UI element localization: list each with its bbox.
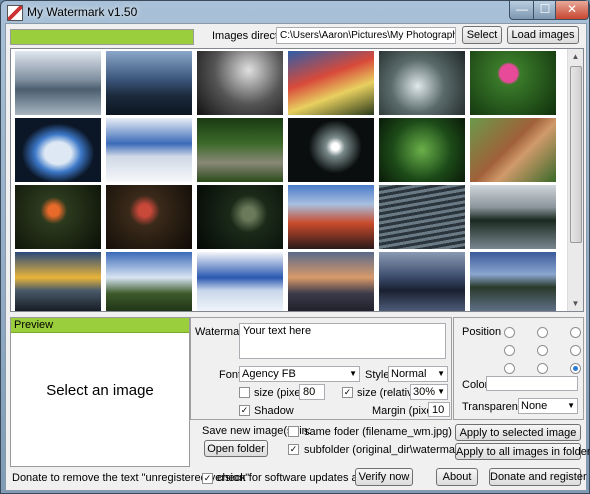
images-directory-input[interactable]: C:\Users\Aaron\Pictures\My Photography\A… (276, 27, 456, 44)
gallery-thumbnail[interactable] (470, 118, 556, 182)
gallery-thumbnail[interactable] (197, 118, 283, 182)
app-window: My Watermark v1.50 — ☐ ✕ Images director… (0, 0, 590, 494)
transparency-select[interactable]: None ▼ (518, 398, 578, 414)
gallery-thumbnail[interactable] (379, 118, 465, 182)
scroll-up-icon[interactable]: ▲ (568, 49, 583, 64)
load-progress-bar (10, 29, 194, 45)
font-select[interactable]: Agency FB ▼ (239, 366, 360, 382)
font-label: Font (219, 369, 242, 381)
gallery-thumbnail[interactable] (197, 252, 283, 311)
position-panel: Position Color Transparency None ▼ (453, 317, 584, 420)
gallery-thumbnail[interactable] (288, 185, 374, 249)
preview-header: Preview (11, 318, 189, 333)
size-relative-value: 30% (413, 386, 436, 398)
chevron-down-icon: ▼ (349, 369, 357, 378)
gallery-thumbnail[interactable] (379, 51, 465, 115)
watermark-text-input[interactable]: Your text here (239, 323, 446, 359)
subfolder-label: subfolder (original_dir\watermark) (304, 444, 468, 456)
apply-all-button[interactable]: Apply to all images in folder (455, 443, 590, 460)
apply-selected-button[interactable]: Apply to selected image (455, 424, 581, 441)
gallery-thumbnail[interactable] (106, 51, 192, 115)
gallery-thumbnail[interactable] (288, 51, 374, 115)
position-radio[interactable] (504, 345, 515, 356)
gallery-scrollbar[interactable]: ▲ ▼ (567, 49, 583, 311)
size-relative-select[interactable]: 30% ▼ (410, 384, 448, 400)
gallery-thumbnail[interactable] (470, 51, 556, 115)
open-folder-button[interactable]: Open folder (204, 440, 268, 457)
gallery-thumbnail[interactable] (106, 118, 192, 182)
load-images-button[interactable]: Load images (507, 26, 579, 44)
gallery-thumbnail[interactable] (197, 185, 283, 249)
position-radio[interactable] (504, 327, 515, 338)
donate-register-button[interactable]: Donate and register (489, 468, 587, 486)
select-image-message: Select an image (46, 382, 154, 399)
subfolder-checkbox[interactable]: ✓ (288, 444, 299, 455)
font-value: Agency FB (242, 368, 296, 380)
same-folder-label: same foder (filename_wm.jpg) (304, 426, 452, 438)
gallery-thumbnail[interactable] (288, 118, 374, 182)
size-relative-checkbox[interactable]: ✓ (342, 387, 353, 398)
position-radio[interactable] (537, 363, 548, 374)
margin-input[interactable]: 10 (428, 402, 450, 417)
watermark-settings-panel: Watermark Your text here Font Agency FB ▼… (190, 317, 452, 420)
scrollbar-thumb[interactable] (570, 66, 582, 243)
style-value: Normal (391, 368, 427, 380)
chevron-down-icon: ▼ (437, 387, 445, 396)
shadow-label: Shadow (254, 405, 294, 417)
window-title: My Watermark v1.50 (27, 5, 138, 19)
check-updates-checkbox[interactable]: ✓ (202, 473, 213, 484)
verify-now-button[interactable]: Verify now (355, 468, 413, 486)
transparency-value: None (521, 400, 548, 412)
gallery-thumbnail[interactable] (15, 118, 101, 182)
image-gallery: ▲ ▼ (10, 48, 584, 312)
gallery-thumbnail[interactable] (197, 51, 283, 115)
size-pixel-input[interactable]: 80 (299, 384, 325, 400)
progress-fill (11, 30, 193, 44)
preview-panel: Preview Select an image (10, 317, 190, 467)
gallery-thumbnail[interactable] (288, 252, 374, 311)
select-directory-button[interactable]: Select (462, 26, 502, 44)
position-radio[interactable] (537, 345, 548, 356)
color-label: Color (462, 379, 489, 391)
close-button[interactable]: ✕ (555, 1, 589, 20)
title-bar: My Watermark v1.50 — ☐ ✕ (1, 1, 590, 23)
minimize-button[interactable]: — (509, 1, 535, 20)
position-radio[interactable] (570, 327, 581, 338)
position-radio[interactable] (570, 363, 581, 374)
gallery-thumbnail[interactable] (106, 252, 192, 311)
style-select[interactable]: Normal ▼ (388, 366, 448, 382)
position-radio[interactable] (504, 363, 515, 374)
maximize-button[interactable]: ☐ (533, 1, 557, 20)
position-radio[interactable] (570, 345, 581, 356)
shadow-checkbox[interactable]: ✓ (239, 405, 250, 416)
chevron-down-icon: ▼ (567, 401, 575, 410)
scroll-down-icon[interactable]: ▼ (568, 296, 583, 311)
gallery-thumbnail[interactable] (15, 185, 101, 249)
gallery-thumbnail[interactable] (379, 185, 465, 249)
gallery-thumbnail[interactable] (470, 185, 556, 249)
main-panel: Images directory C:\Users\Aaron\Pictures… (5, 23, 590, 491)
style-label: Style (365, 369, 390, 381)
gallery-thumbnail[interactable] (15, 51, 101, 115)
chevron-down-icon: ▼ (437, 369, 445, 378)
gallery-thumbnail[interactable] (106, 185, 192, 249)
app-icon (7, 5, 23, 21)
gallery-thumbnail[interactable] (470, 252, 556, 311)
same-folder-checkbox[interactable] (288, 426, 299, 437)
position-radio[interactable] (537, 327, 548, 338)
donate-text: Donate to remove the text "unregistered … (12, 472, 250, 484)
color-input[interactable] (486, 376, 578, 391)
gallery-thumbnail[interactable] (379, 252, 465, 311)
position-label: Position (462, 326, 502, 338)
about-button[interactable]: About (436, 468, 478, 486)
gallery-thumbnail[interactable] (15, 252, 101, 311)
size-pixel-checkbox[interactable] (239, 387, 250, 398)
